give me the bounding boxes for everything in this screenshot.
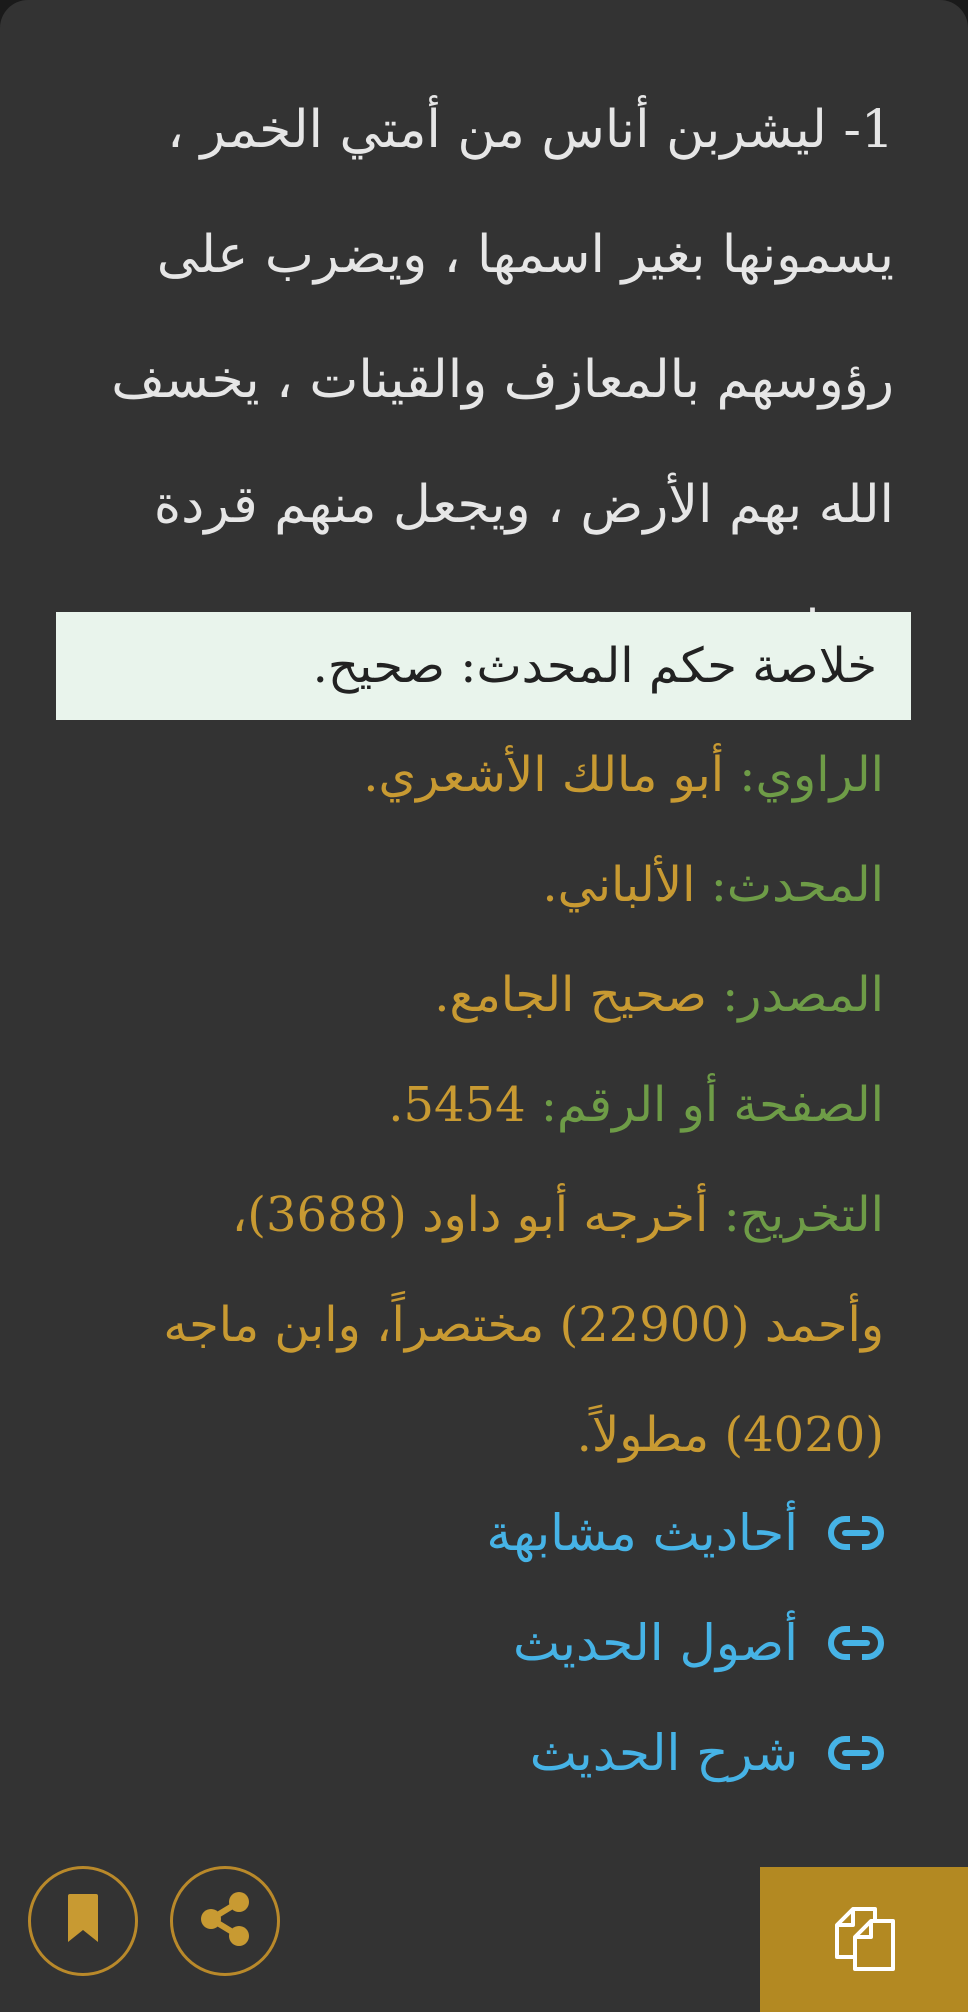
hadith-origins-label: أصول الحديث xyxy=(512,1614,798,1672)
source-value: صحيح الجامع. xyxy=(434,967,707,1023)
hadith-metadata: الراوي: أبو مالك الأشعري. المحدث: الألبا… xyxy=(150,720,884,1490)
page-number-value: 5454. xyxy=(388,1077,526,1133)
takhrij-row: التخريج: أخرجه أبو داود (3688)، وأحمد (2… xyxy=(150,1160,884,1490)
narrator-row: الراوي: أبو مالك الأشعري. xyxy=(150,720,884,830)
copy-icon xyxy=(829,1903,899,1977)
takhrij-label: التخريج: xyxy=(723,1187,884,1243)
muhaddith-row: المحدث: الألباني. xyxy=(150,830,884,940)
share-icon xyxy=(195,1889,255,1953)
hadith-explanation-link[interactable]: شرح الحديث xyxy=(486,1698,884,1808)
verdict-text: خلاصة حكم المحدث: صحيح. xyxy=(312,638,877,694)
source-row: المصدر: صحيح الجامع. xyxy=(150,940,884,1050)
hadith-card: 1- ليشربن أناس من أمتي الخمر ، يسمونها ب… xyxy=(0,0,968,2012)
muhaddith-label: المحدث: xyxy=(710,857,884,913)
verdict-box: خلاصة حكم المحدث: صحيح. xyxy=(56,612,911,720)
share-button[interactable] xyxy=(170,1866,280,1976)
link-icon xyxy=(828,1736,884,1770)
link-icon xyxy=(828,1626,884,1660)
similar-hadiths-link[interactable]: أحاديث مشابهة xyxy=(486,1478,884,1588)
narrator-label: الراوي: xyxy=(739,747,884,803)
bookmark-button[interactable] xyxy=(28,1866,138,1976)
hadith-explanation-label: شرح الحديث xyxy=(529,1724,798,1782)
hadith-origins-link[interactable]: أصول الحديث xyxy=(486,1588,884,1698)
muhaddith-value: الألباني. xyxy=(542,857,696,913)
page-number-row: الصفحة أو الرقم: 5454. xyxy=(150,1050,884,1160)
similar-hadiths-label: أحاديث مشابهة xyxy=(486,1504,798,1562)
copy-button[interactable] xyxy=(760,1867,968,2012)
bookmark-icon xyxy=(62,1892,104,1950)
source-label: المصدر: xyxy=(722,967,884,1023)
link-icon xyxy=(828,1516,884,1550)
hadith-text: 1- ليشربن أناس من أمتي الخمر ، يسمونها ب… xyxy=(111,100,894,660)
related-links: أحاديث مشابهة أصول الحديث شرح الحديث xyxy=(486,1478,884,1808)
narrator-value: أبو مالك الأشعري. xyxy=(363,747,725,803)
page-number-label: الصفحة أو الرقم: xyxy=(540,1077,884,1133)
